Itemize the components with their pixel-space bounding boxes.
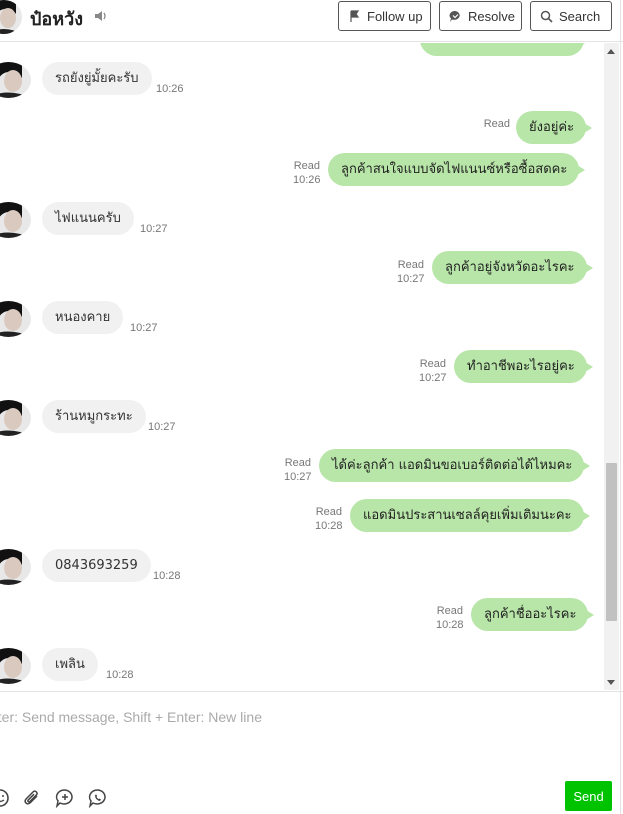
message-time: 10:28 [153, 570, 181, 582]
contact-avatar [0, 62, 31, 98]
message-bubble-incoming: 0843693259 [42, 549, 151, 582]
message-bubble-incoming: รถยังยู่มั้ยคะรับ [42, 62, 152, 95]
contact-avatar [0, 400, 31, 436]
read-receipt: Read [397, 259, 424, 271]
emoji-icon[interactable] [0, 788, 10, 808]
mute-speaker-icon[interactable] [93, 8, 109, 24]
contact-avatar[interactable] [0, 0, 22, 34]
send-button[interactable]: Send [565, 781, 612, 811]
scrollbar-thumb[interactable] [606, 463, 617, 621]
search-icon [540, 10, 553, 23]
attachment-icon[interactable] [22, 788, 42, 808]
contact-avatar [0, 202, 31, 238]
follow-up-flag-icon [350, 9, 360, 22]
scroll-down-arrow-icon[interactable] [607, 680, 615, 685]
read-receipt: Read [483, 118, 510, 130]
message-bubble-outgoing: ทำอาชีพอะไรอยู่คะ [454, 350, 593, 383]
message-input[interactable] [0, 702, 600, 732]
resolve-label: Resolve [468, 8, 515, 24]
panel-divider [620, 0, 621, 814]
contact-avatar [0, 301, 31, 337]
scroll-up-arrow-icon[interactable] [607, 49, 615, 54]
message-bubble-outgoing: ลูกค้าสนใจแบบจัดไฟแนนซ์หรือซื้อสดคะ [328, 153, 586, 186]
read-receipt: Read [284, 457, 311, 469]
message-time: 10:28 [436, 619, 464, 631]
chat-header: ป๋อหวัง Follow up Resolve Search [0, 0, 623, 42]
read-receipt: Read [436, 605, 463, 617]
message-time: 10:27 [419, 372, 447, 384]
message-time: 10:26 [293, 174, 321, 186]
read-receipt: Read [419, 358, 446, 370]
message-time: 10:27 [130, 322, 158, 334]
message-bubble-incoming: เพลิน [42, 648, 98, 681]
message-bubble-outgoing: แอดมินประสานเซลล์คุยเพิ่มเติมนะคะ [350, 499, 590, 532]
message-bubble-incoming: ไฟแนนครับ [42, 202, 134, 235]
message-time: 10:27 [284, 471, 312, 483]
message-time: 10:28 [315, 520, 343, 532]
resolve-chat-icon [449, 10, 460, 22]
message-time: 10:27 [140, 223, 168, 235]
message-list-scrollbar[interactable] [604, 43, 619, 690]
follow-up-label: Follow up [367, 8, 423, 24]
message-bubble-incoming: ร้านหมูกระทะ [42, 400, 146, 433]
search-button[interactable]: Search [530, 1, 612, 31]
search-label: Search [559, 8, 601, 24]
message-bubble-outgoing [420, 43, 590, 56]
follow-up-button[interactable]: Follow up [338, 1, 431, 31]
message-composer: Send [0, 691, 623, 814]
add-chat-icon[interactable] [55, 788, 75, 809]
message-bubble-outgoing: ยังอยู่ค่ะ [516, 111, 593, 144]
read-receipt: Read [293, 160, 320, 172]
message-time: 10:26 [156, 83, 184, 95]
message-bubble-outgoing: ได้ค่ะลูกค้า แอดมินขอเบอร์ติดต่อได้ไหมคะ [319, 449, 591, 482]
message-time: 10:27 [397, 273, 425, 285]
resolve-button[interactable]: Resolve [439, 1, 522, 31]
message-time: 10:27 [148, 421, 176, 433]
message-list[interactable]: รถยังยู่มั้ยคะรับ 10:26 Read ยังอยู่ค่ะ … [0, 43, 604, 690]
contact-name: ป๋อหวัง [30, 9, 83, 30]
message-bubble-incoming: หนองคาย [42, 301, 124, 334]
message-bubble-outgoing: ลูกค้าอยู่จังหวัดอะไรคะ [432, 251, 593, 284]
message-bubble-outgoing: ลูกค้าชื่ออะไรคะ [471, 598, 595, 631]
read-receipt: Read [315, 506, 342, 518]
contact-avatar [0, 549, 31, 585]
contact-avatar [0, 648, 31, 684]
line-call-icon[interactable] [88, 788, 108, 809]
message-time: 10:28 [106, 669, 134, 681]
